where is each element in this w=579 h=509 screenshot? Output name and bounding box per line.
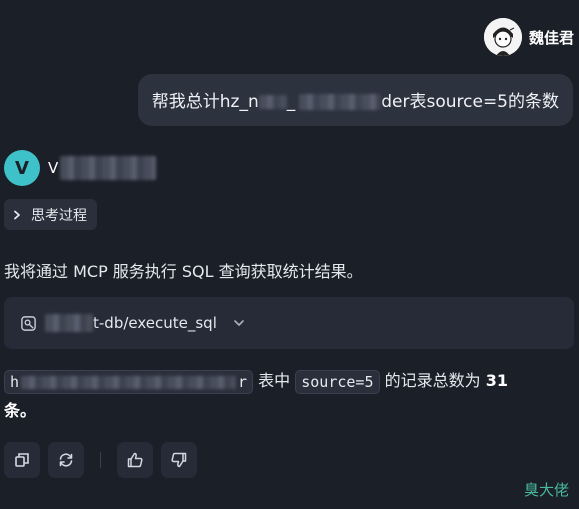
user-message-suffix: 表source=5的条数 bbox=[409, 92, 559, 112]
message-actions bbox=[4, 442, 197, 478]
assistant-name: V bbox=[48, 156, 157, 180]
thumbs-up-button[interactable] bbox=[117, 442, 153, 478]
chevron-down-icon[interactable] bbox=[233, 317, 245, 329]
tool-call-card[interactable]: t-db/execute_sql bbox=[4, 297, 574, 349]
user-message-bubble: 帮我总计hz_n _ der表source=5的条数 bbox=[137, 74, 573, 126]
copy-icon bbox=[15, 453, 29, 467]
user-header: 魏佳君 bbox=[483, 18, 574, 56]
action-divider bbox=[100, 452, 101, 468]
user-avatar[interactable] bbox=[483, 18, 522, 56]
result-text-3: 条。 bbox=[4, 401, 37, 420]
user-name: 魏佳君 bbox=[528, 28, 574, 47]
chevron-right-icon bbox=[14, 210, 20, 219]
tool-call-label: t-db/execute_sql bbox=[93, 314, 217, 332]
redacted-text bbox=[60, 156, 157, 180]
condition-code: source=5 bbox=[295, 369, 380, 394]
table-code-end: r bbox=[238, 372, 248, 391]
thinking-process-toggle[interactable]: 思考过程 bbox=[4, 199, 97, 230]
tool-icon bbox=[21, 315, 36, 331]
watermark: 臭大佬 bbox=[523, 481, 569, 499]
assistant-intro-text: 我将通过 MCP 服务执行 SQL 查询获取统计结果。 bbox=[4, 262, 363, 281]
redacted-text bbox=[45, 314, 93, 332]
thumbs-down-button[interactable] bbox=[161, 442, 197, 478]
assistant-header: V V bbox=[4, 150, 157, 186]
assistant-name-visible: V bbox=[48, 159, 59, 177]
record-count: 31 bbox=[485, 371, 508, 390]
redacted-text bbox=[258, 95, 287, 109]
user-message-mid: _ bbox=[286, 92, 296, 112]
thumbs-down-icon bbox=[171, 452, 187, 468]
regenerate-icon bbox=[59, 453, 73, 467]
table-name-code: hr bbox=[4, 369, 254, 394]
redacted-text bbox=[299, 94, 382, 110]
table-code-start: h bbox=[10, 372, 20, 391]
result-text-2: 的记录总数为 bbox=[379, 371, 486, 390]
assistant-avatar: V bbox=[4, 150, 40, 186]
result-text-1: 表中 bbox=[253, 371, 296, 390]
regenerate-button[interactable] bbox=[48, 442, 84, 478]
user-message-partial: der bbox=[381, 92, 410, 112]
copy-button[interactable] bbox=[4, 442, 40, 478]
redacted-text bbox=[21, 375, 237, 389]
user-message-prefix: 帮我总计hz_n bbox=[151, 92, 259, 112]
thinking-process-label: 思考过程 bbox=[31, 207, 87, 224]
thumbs-up-icon bbox=[127, 452, 143, 468]
assistant-result-text: hr 表中 source=5 的记录总数为 31 条。 bbox=[4, 366, 564, 426]
